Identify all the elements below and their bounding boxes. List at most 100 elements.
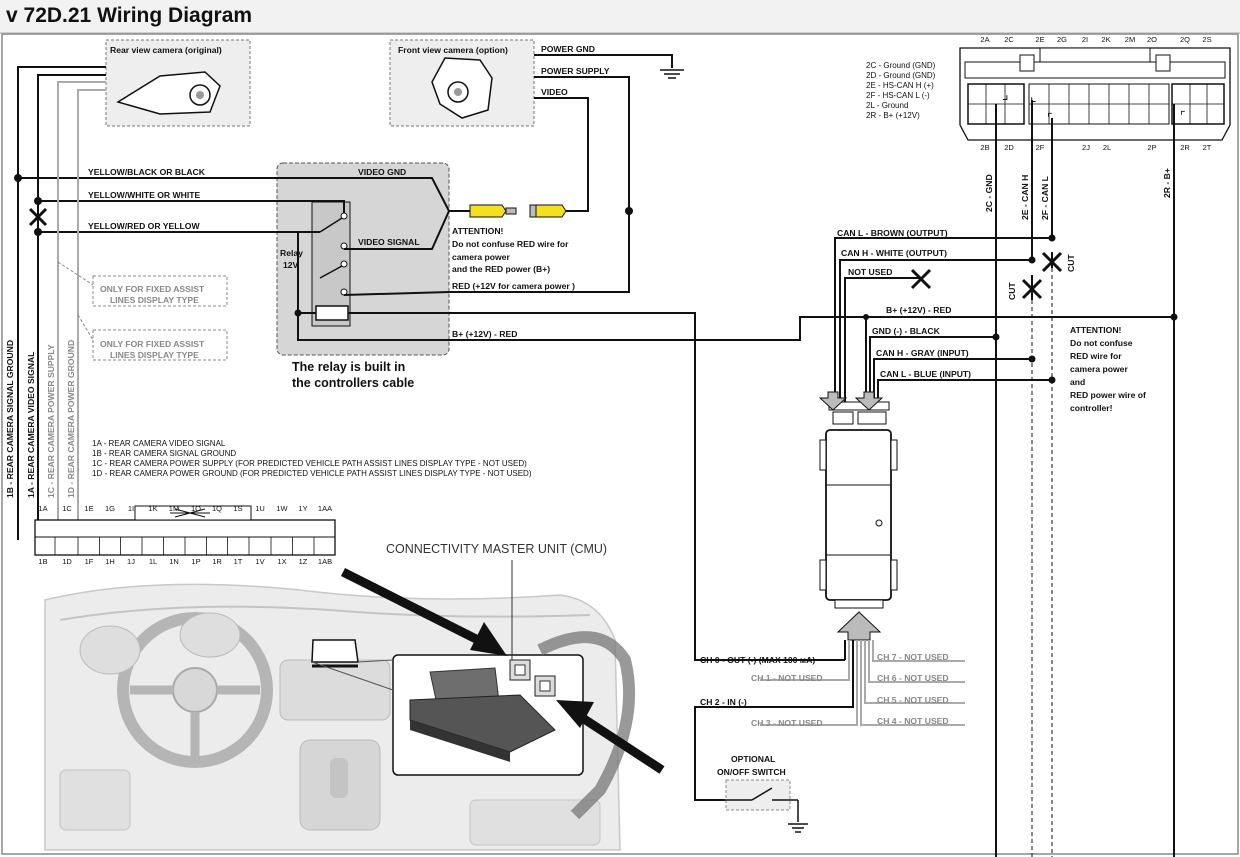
can-l-output-label: CAN L - BROWN (OUTPUT) xyxy=(837,228,948,238)
pin-legend-1b: 1B - REAR CAMERA SIGNAL GROUND xyxy=(92,449,236,458)
can-h-output-label: CAN H - WHITE (OUTPUT) xyxy=(841,248,947,258)
pin-label-1ab: 1AB xyxy=(318,557,332,566)
yellow-white-label: YELLOW/WHITE OR WHITE xyxy=(88,190,200,200)
relay-bplus-label: B+ (+12V) - RED xyxy=(452,329,517,339)
pin-label-1o: 1O xyxy=(191,504,201,513)
pin-label-1g: 1G xyxy=(105,504,115,513)
attention-2-line-7: controller! xyxy=(1070,403,1113,413)
red-camera-power-label: RED (+12V for camera power ) xyxy=(452,281,575,291)
pin-label-1p: 1P xyxy=(191,557,200,566)
front-video-label: VIDEO xyxy=(541,87,568,97)
pin-label-1d: 1D xyxy=(62,557,72,566)
ch7-label: CH 7 - NOT USED xyxy=(877,652,949,662)
pin-label-2f: 2F xyxy=(1036,143,1045,152)
conn2-legend-2r: 2R - B+ (+12V) xyxy=(866,111,920,120)
ch5-label: CH 5 - NOT USED xyxy=(877,695,949,705)
cmu-screen xyxy=(311,639,359,663)
pin-label-1h: 1H xyxy=(105,557,115,566)
pin-label-2b: 2B xyxy=(980,143,989,152)
relay-box: Relay 12V VIDEO GND VIDEO SIGNAL xyxy=(276,162,450,356)
svg-text:LINES DISPLAY TYPE: LINES DISPLAY TYPE xyxy=(110,295,199,305)
pin-label-1t: 1T xyxy=(234,557,243,566)
conn2-legend-2c: 2C - Ground (GND) xyxy=(866,61,936,70)
pin-label-2m: 2M xyxy=(1125,35,1135,44)
cmu-label: CONNECTIVITY MASTER UNIT (CMU) xyxy=(386,542,607,556)
pin-label-2j: 2J xyxy=(1082,143,1090,152)
attention-2-line-1: ATTENTION! xyxy=(1070,325,1122,335)
pin-legend-1d: 1D - REAR CAMERA POWER GROUND (FOR PREDI… xyxy=(92,469,532,478)
optional-switch xyxy=(725,779,808,833)
attention-2-line-3: RED wire for xyxy=(1070,351,1122,361)
front-camera-label: Front view camera (option) xyxy=(398,45,508,55)
pin-label-1aa: 1AA xyxy=(318,504,332,513)
relay-note-1: The relay is built in xyxy=(292,360,405,374)
conn2-vertical-2c: 2C - GND xyxy=(984,174,994,212)
fixed-assist-note-1: ONLY FOR FIXED ASSIST LINES DISPLAY TYPE xyxy=(57,261,228,307)
pin-label-1s: 1S xyxy=(233,504,242,513)
conn2-legend-2l: 2L - Ground xyxy=(866,101,908,110)
svg-text:⌞: ⌞ xyxy=(1030,88,1037,104)
pin-label-1c: 1C xyxy=(62,504,72,513)
can-h-input-label: CAN H - GRAY (INPUT) xyxy=(876,348,969,358)
rear-camera-label: Rear view camera (original) xyxy=(110,45,222,55)
attention-1-line-2: Do not confuse RED wire for xyxy=(452,239,569,249)
pin-label-2s: 2S xyxy=(1202,35,1211,44)
pin-label-1e: 1E xyxy=(84,504,93,513)
pin-label-2o: 2O xyxy=(1147,35,1157,44)
ch0-label: CH 0 - OUT (-) (MAX 100 мА) xyxy=(700,655,815,665)
not-used-label: NOT USED xyxy=(848,267,892,277)
conn2-legend-2e: 2E - HS-CAN H (+) xyxy=(866,81,934,90)
ch2-label: CH 2 - IN (-) xyxy=(700,697,747,707)
video-gnd-label: VIDEO GND xyxy=(358,167,406,177)
svg-text:ONLY FOR FIXED ASSIST: ONLY FOR FIXED ASSIST xyxy=(100,284,205,294)
switch-label-2: ON/OFF SWITCH xyxy=(717,767,786,777)
relay-voltage-label: 12V xyxy=(283,260,299,270)
gnd-label: GND (-) - BLACK xyxy=(872,326,941,336)
conn2-vertical-2f: 2F - CAN L xyxy=(1040,176,1050,220)
conn2-legend-2f: 2F - HS-CAN L (-) xyxy=(866,91,930,100)
controller-module xyxy=(818,391,898,641)
pin-label-2e: 2E xyxy=(1035,35,1044,44)
attention-2-line-2: Do not confuse xyxy=(1070,338,1133,348)
pin-label-1r: 1R xyxy=(212,557,222,566)
cut-label-can-h: CUT xyxy=(1007,282,1017,300)
pin-label-2l: 2L xyxy=(1103,143,1111,152)
pin-label-2c: 2C xyxy=(1004,35,1014,44)
pin-legend-1c: 1C - REAR CAMERA POWER SUPPLY (FOR PREDI… xyxy=(92,459,527,468)
attention-2-line-5: and xyxy=(1070,377,1085,387)
cmu-zoom-box xyxy=(392,654,584,776)
pin-label-2i: 2I xyxy=(1082,35,1088,44)
pin-label-2d: 2D xyxy=(1004,143,1014,152)
attention-2-line-6: RED power wire of xyxy=(1070,390,1146,400)
pin-label-2q: 2Q xyxy=(1180,35,1190,44)
vertical-label-1a: 1A - REAR CAMERA VIDEO SIGNAL xyxy=(26,352,36,498)
conn2-vertical-2r: 2R - B+ xyxy=(1162,168,1172,198)
pin-label-1j: 1J xyxy=(127,557,135,566)
relay-coil xyxy=(315,305,349,321)
connector-2: ⌟ ⌞ ⌜ ⌜ 2A 2C 2E 2G 2I 2K 2M 2O 2Q 2S2B 2D 2F 2J 2L 2P… xyxy=(959,35,1231,152)
pin-label-1u: 1U xyxy=(255,504,265,513)
front-camera-box: Front view camera (option) xyxy=(389,39,535,127)
svg-text:⌜: ⌜ xyxy=(1180,109,1186,123)
svg-text:ONLY FOR FIXED ASSIST: ONLY FOR FIXED ASSIST xyxy=(100,339,205,349)
wiring-diagram: CONNECTIVITY MASTER UNIT (CMU) Rear view… xyxy=(1,33,1239,857)
front-power-supply-label: POWER SUPPLY xyxy=(541,66,610,76)
pin-label-2r: 2R xyxy=(1180,143,1190,152)
attention-1-line-4: and the RED power (B+) xyxy=(452,264,550,274)
attention-1-line-3: camera power xyxy=(452,252,510,262)
pin-label-1m: 1M xyxy=(169,504,179,513)
connector-1: 1A 1C 1E 1G 1I 1K 1M 1O 1Q 1S 1U 1W 1Y 1AA 1B 1D 1F 1H 1J 1… xyxy=(34,504,336,566)
rear-camera-box: Rear view camera (original) xyxy=(105,39,251,127)
pin-label-2g: 2G xyxy=(1057,35,1067,44)
pin-label-2k: 2K xyxy=(1101,35,1110,44)
yellow-red-label: YELLOW/RED OR YELLOW xyxy=(88,221,200,231)
pin-label-1k: 1K xyxy=(148,504,157,513)
pin-label-2p: 2P xyxy=(1147,143,1156,152)
can-l-input-label: CAN L - BLUE (INPUT) xyxy=(880,369,971,379)
pin-label-1z: 1Z xyxy=(299,557,308,566)
pin-label-1i: 1I xyxy=(128,504,134,513)
pin-label-1b: 1B xyxy=(38,557,47,566)
ch1-label: CH 1 - NOT USED xyxy=(751,673,823,683)
pin-label-1f: 1F xyxy=(85,557,94,566)
rca-connectors xyxy=(449,204,567,218)
